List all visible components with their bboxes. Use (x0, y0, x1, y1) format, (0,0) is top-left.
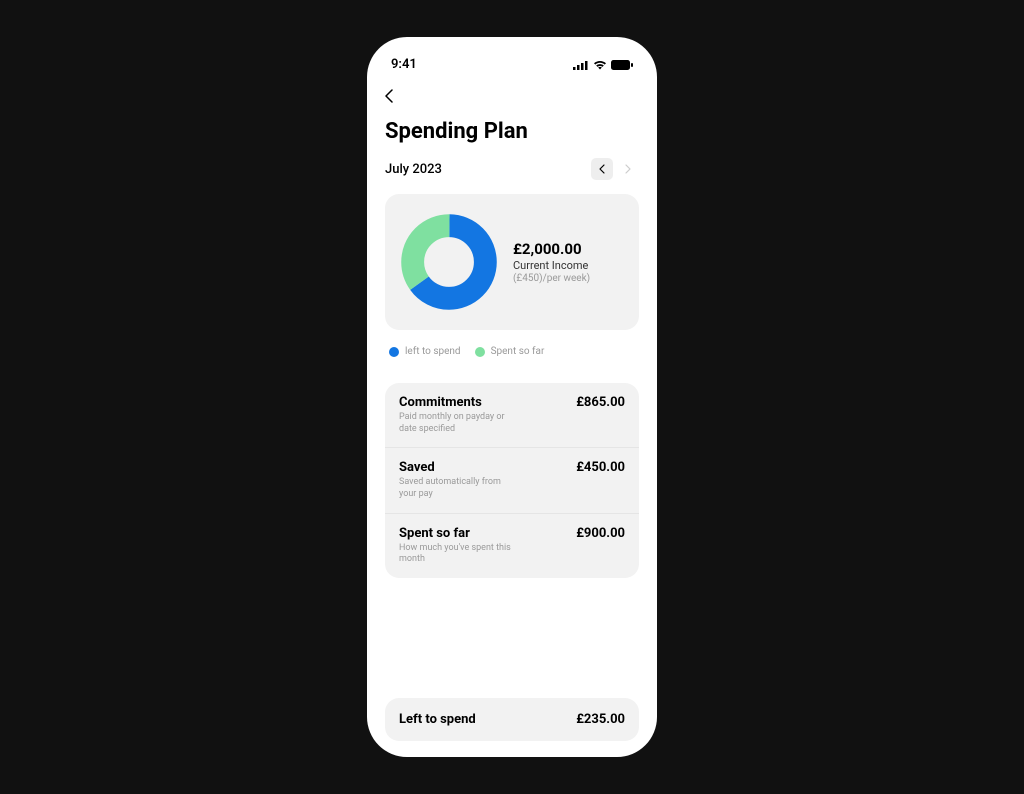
status-bar: 9:41 (385, 53, 639, 84)
battery-icon (611, 60, 633, 70)
footer-title: Left to spend (399, 712, 476, 727)
legend-label: left to spend (405, 346, 461, 357)
list-row-title: Commitments (399, 395, 519, 410)
page-title: Spending Plan (385, 119, 639, 144)
list-row-subtitle: Paid monthly on payday or date specified (399, 412, 519, 435)
cellular-icon (573, 60, 589, 70)
list-row-title: Saved (399, 460, 519, 475)
month-nav (591, 158, 639, 180)
chevron-left-icon (599, 164, 605, 174)
breakdown-list: Commitments Paid monthly on payday or da… (385, 383, 639, 578)
left-to-spend-card: Left to spend £235.00 (385, 698, 639, 741)
list-row-value: £450.00 (576, 460, 625, 475)
legend-dot-icon (389, 347, 399, 357)
chevron-right-icon (625, 164, 631, 174)
donut-segment-spent-so-far (413, 226, 486, 299)
footer-value: £235.00 (576, 712, 625, 727)
month-next-button[interactable] (617, 158, 639, 180)
month-label: July 2023 (385, 162, 442, 177)
phone-frame: 9:41 Spending Plan July 2023 (367, 37, 657, 757)
income-chart-card: £2,000.00 Current Income (£450)/per week… (385, 194, 639, 330)
month-prev-button[interactable] (591, 158, 613, 180)
wifi-icon (593, 60, 607, 70)
donut-chart (401, 214, 497, 310)
legend-dot-icon (475, 347, 485, 357)
list-row-commitments[interactable]: Commitments Paid monthly on payday or da… (385, 383, 639, 448)
chevron-left-icon (385, 89, 393, 103)
list-row-value: £865.00 (576, 395, 625, 410)
list-row-saved[interactable]: Saved Saved automatically from your pay … (385, 448, 639, 513)
list-row-value: £900.00 (576, 526, 625, 541)
income-label: Current Income (513, 259, 590, 272)
list-row-subtitle: How much you've spent this month (399, 543, 519, 566)
list-row-title: Spent so far (399, 526, 519, 541)
list-row-spent-so-far[interactable]: Spent so far How much you've spent this … (385, 514, 639, 578)
legend-label: Spent so far (491, 346, 545, 357)
list-row-subtitle: Saved automatically from your pay (399, 477, 519, 500)
legend-item-spent-so-far: Spent so far (475, 346, 545, 357)
status-icons (573, 60, 633, 70)
income-sublabel: (£450)/per week) (513, 273, 590, 284)
legend-item-left-to-spend: left to spend (389, 346, 461, 357)
back-button[interactable] (385, 84, 639, 119)
month-selector: July 2023 (385, 158, 639, 180)
income-amount: £2,000.00 (513, 240, 590, 258)
chart-legend: left to spend Spent so far (385, 342, 639, 357)
status-time: 9:41 (391, 57, 417, 72)
chart-info: £2,000.00 Current Income (£450)/per week… (513, 240, 590, 284)
